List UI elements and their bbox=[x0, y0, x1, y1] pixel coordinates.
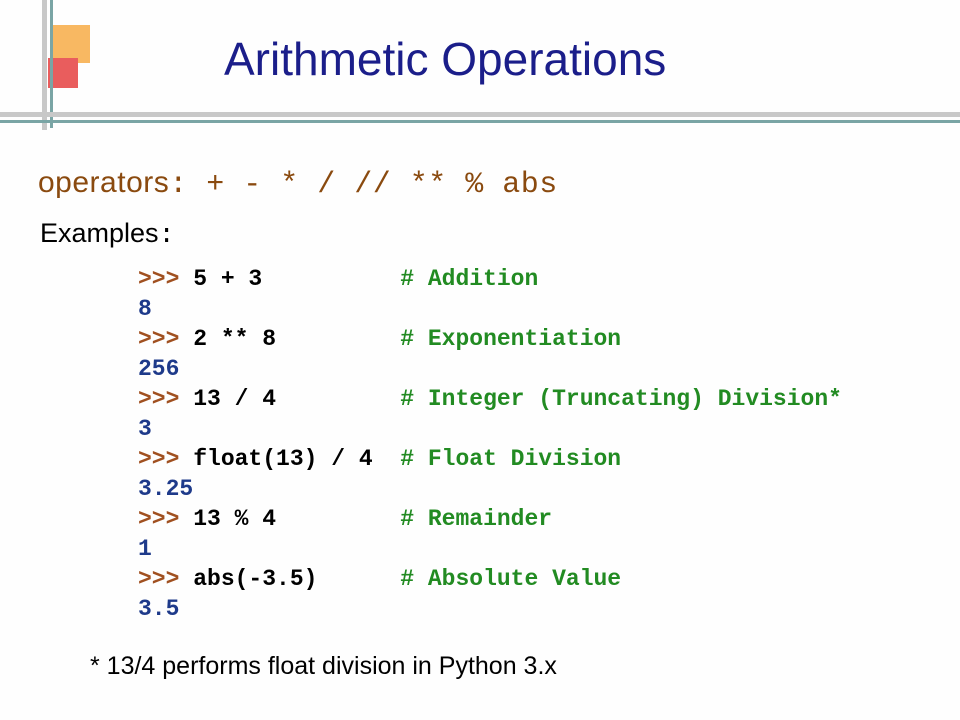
deco-vertical-gray-line bbox=[42, 0, 47, 130]
code-result: 256 bbox=[138, 356, 179, 382]
examples-label: Examples: bbox=[40, 218, 175, 251]
code-result: 3 bbox=[138, 416, 152, 442]
deco-horizontal-gray-line bbox=[0, 112, 960, 117]
code-prompt: >>> bbox=[138, 326, 193, 352]
code-result: 3.5 bbox=[138, 596, 179, 622]
deco-horizontal-teal-line bbox=[0, 120, 960, 123]
deco-vertical-teal-line bbox=[50, 0, 53, 128]
code-result: 1 bbox=[138, 536, 152, 562]
code-comment: # Remainder bbox=[400, 506, 552, 532]
code-expr: float(13) / 4 bbox=[193, 446, 400, 472]
code-block: >>> 5 + 3 # Addition 8 >>> 2 ** 8 # Expo… bbox=[138, 264, 842, 624]
code-comment: # Addition bbox=[400, 266, 538, 292]
code-prompt: >>> bbox=[138, 266, 193, 292]
code-expr: abs(-3.5) bbox=[193, 566, 400, 592]
code-comment: # Float Division bbox=[400, 446, 621, 472]
code-comment: # Absolute Value bbox=[400, 566, 621, 592]
code-comment: # Integer (Truncating) Division* bbox=[400, 386, 842, 412]
code-result: 3.25 bbox=[138, 476, 193, 502]
code-expr: 5 + 3 bbox=[193, 266, 400, 292]
code-expr: 13 / 4 bbox=[193, 386, 400, 412]
operators-label: operators bbox=[38, 166, 169, 199]
code-expr: 2 ** 8 bbox=[193, 326, 400, 352]
slide-title: Arithmetic Operations bbox=[224, 32, 666, 86]
operators-line: operators: + - * / // ** % abs bbox=[38, 166, 558, 202]
code-expr: 13 % 4 bbox=[193, 506, 400, 532]
code-prompt: >>> bbox=[138, 446, 193, 472]
code-comment: # Exponentiation bbox=[400, 326, 621, 352]
code-prompt: >>> bbox=[138, 386, 193, 412]
operators-symbols: : + - * / // ** % abs bbox=[169, 168, 558, 202]
footnote: * 13/4 performs float division in Python… bbox=[90, 652, 557, 681]
code-prompt: >>> bbox=[138, 506, 193, 532]
examples-text: Examples bbox=[40, 218, 159, 248]
examples-colon: : bbox=[159, 221, 175, 251]
code-result: 8 bbox=[138, 296, 152, 322]
code-prompt: >>> bbox=[138, 566, 193, 592]
